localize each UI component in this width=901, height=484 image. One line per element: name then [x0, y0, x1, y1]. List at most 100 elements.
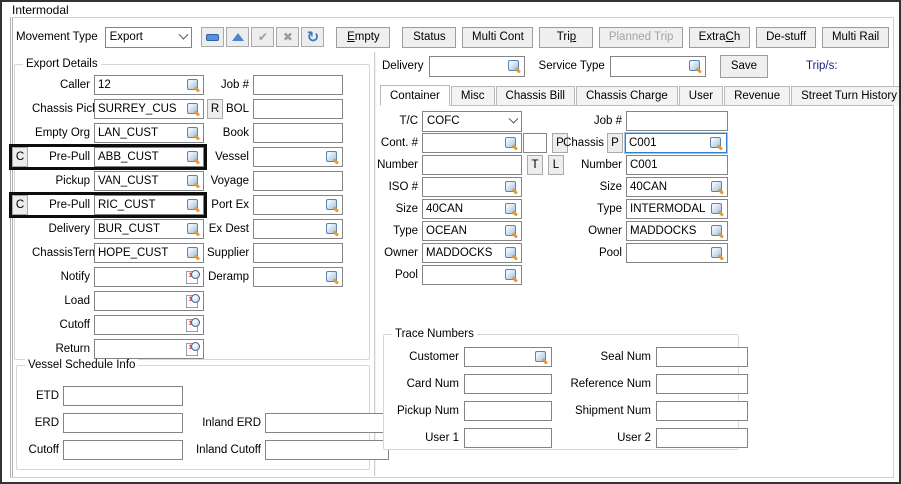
tab-misc[interactable]: Misc — [451, 86, 495, 105]
lookup-icon[interactable] — [711, 203, 724, 216]
lookup-icon[interactable] — [326, 199, 339, 212]
lookup-icon[interactable] — [505, 203, 518, 216]
ex-dest-field[interactable] — [253, 219, 343, 239]
lookup-icon[interactable] — [187, 247, 200, 260]
empty-org-field[interactable]: LAN_CUST — [94, 123, 204, 143]
lookup-icon[interactable] — [187, 151, 200, 164]
refresh-button[interactable]: ↻ — [301, 27, 324, 47]
pre-pull-field-1[interactable]: ABB_CUST — [94, 147, 204, 167]
lookup-icon[interactable] — [326, 223, 339, 236]
service-type-field[interactable] — [610, 56, 706, 77]
lookup-icon[interactable] — [187, 223, 200, 236]
chassis-pool-field[interactable] — [626, 243, 728, 263]
t-button[interactable]: T — [527, 155, 543, 175]
return-field[interactable] — [94, 339, 204, 359]
vessel-cutoff-field[interactable] — [63, 440, 183, 460]
tab-user[interactable]: User — [679, 86, 723, 105]
lookup-icon[interactable] — [187, 79, 200, 92]
supplier-field[interactable] — [253, 243, 343, 263]
c-button[interactable]: C — [12, 195, 28, 215]
lookup-icon[interactable] — [505, 247, 518, 260]
record-bar-button[interactable] — [201, 27, 224, 47]
user1-field[interactable] — [464, 428, 552, 448]
lookup-icon[interactable] — [187, 175, 200, 188]
datetime-picker-icon[interactable] — [186, 270, 200, 284]
lookup-icon[interactable] — [187, 103, 200, 116]
lookup-icon[interactable] — [505, 181, 518, 194]
delivery-header-field[interactable] — [429, 56, 525, 77]
container-size-field[interactable]: 40CAN — [422, 199, 522, 219]
lookup-icon[interactable] — [711, 225, 724, 238]
lookup-icon[interactable] — [326, 151, 339, 164]
chassis-number-field[interactable]: C001 — [626, 155, 728, 175]
de-stuff-button[interactable]: De-stuff — [756, 27, 816, 48]
delivery-field[interactable]: BUR_CUST — [94, 219, 204, 239]
movement-type-select[interactable]: Export — [105, 27, 193, 48]
lookup-icon[interactable] — [187, 127, 200, 140]
chassis-type-field[interactable]: INTERMODAL — [626, 199, 728, 219]
container-type-field[interactable]: OCEAN — [422, 221, 522, 241]
multi-cont-button[interactable]: Multi Cont — [462, 27, 533, 48]
pre-pull-field-2[interactable]: RIC_CUST — [94, 195, 204, 215]
lookup-icon[interactable] — [505, 225, 518, 238]
seal-num-field[interactable] — [656, 347, 748, 367]
inland-cutoff-field[interactable] — [265, 440, 389, 460]
status-button[interactable]: Status — [402, 27, 456, 48]
datetime-picker-icon[interactable] — [186, 318, 200, 332]
card-num-field[interactable] — [464, 374, 552, 394]
user2-field[interactable] — [656, 428, 748, 448]
collapse-up-button[interactable] — [226, 27, 249, 47]
tc-select[interactable]: COFC — [422, 111, 522, 132]
tab-container[interactable]: Container — [380, 85, 450, 106]
c-button[interactable]: C — [12, 147, 28, 167]
lookup-icon[interactable] — [508, 60, 521, 73]
cont-num-field[interactable] — [422, 133, 522, 153]
pickup-num-field[interactable] — [464, 401, 552, 421]
p-button[interactable]: P — [607, 133, 623, 153]
tab-street-turn-history[interactable]: Street Turn History — [791, 86, 901, 105]
chassis-pick-field[interactable]: SURREY_CUS — [94, 99, 204, 119]
load-field[interactable] — [94, 291, 204, 311]
multi-rail-button[interactable]: Multi Rail — [822, 27, 889, 48]
chassis-size-field[interactable]: 40CAN — [626, 177, 728, 197]
reference-num-field[interactable] — [656, 374, 748, 394]
container-owner-field[interactable]: MADDOCKS — [422, 243, 522, 263]
book-field[interactable] — [253, 123, 343, 143]
inland-erd-field[interactable] — [265, 413, 389, 433]
datetime-picker-icon[interactable] — [186, 342, 200, 356]
container-number-field[interactable] — [422, 155, 522, 175]
iso-field[interactable] — [422, 177, 522, 197]
chassis-field[interactable]: C001 — [625, 133, 727, 153]
lookup-icon[interactable] — [505, 269, 518, 282]
chassis-term-field[interactable]: HOPE_CUST — [94, 243, 204, 263]
lookup-icon[interactable] — [710, 137, 723, 150]
chassis-job-field[interactable] — [626, 111, 728, 131]
tab-revenue[interactable]: Revenue — [724, 86, 790, 105]
deramp-field[interactable] — [253, 267, 343, 287]
vessel-field[interactable] — [253, 147, 343, 167]
lookup-icon[interactable] — [689, 60, 702, 73]
extra-ch-button[interactable]: Extra Ch — [689, 27, 750, 48]
chassis-owner-field[interactable]: MADDOCKS — [626, 221, 728, 241]
lookup-icon[interactable] — [326, 271, 339, 284]
job-field[interactable] — [253, 75, 343, 95]
erd-field[interactable] — [63, 413, 183, 433]
port-ex-field[interactable] — [253, 195, 343, 215]
tab-chassis-bill[interactable]: Chassis Bill — [496, 86, 575, 105]
notify-field[interactable] — [94, 267, 204, 287]
lookup-icon[interactable] — [711, 247, 724, 260]
save-button[interactable]: Save — [720, 55, 768, 78]
voyage-field[interactable] — [253, 171, 343, 191]
lookup-icon[interactable] — [505, 137, 518, 150]
datetime-picker-icon[interactable] — [186, 294, 200, 308]
etd-field[interactable] — [63, 386, 183, 406]
empty-button[interactable]: Empty — [336, 27, 390, 48]
container-pool-field[interactable] — [422, 265, 522, 285]
cutoff-field[interactable] — [94, 315, 204, 335]
customer-field[interactable] — [464, 347, 552, 367]
lookup-icon[interactable] — [187, 199, 200, 212]
shipment-num-field[interactable] — [656, 401, 748, 421]
bol-field[interactable] — [253, 99, 343, 119]
pickup-field[interactable]: VAN_CUST — [94, 171, 204, 191]
lookup-icon[interactable] — [711, 181, 724, 194]
